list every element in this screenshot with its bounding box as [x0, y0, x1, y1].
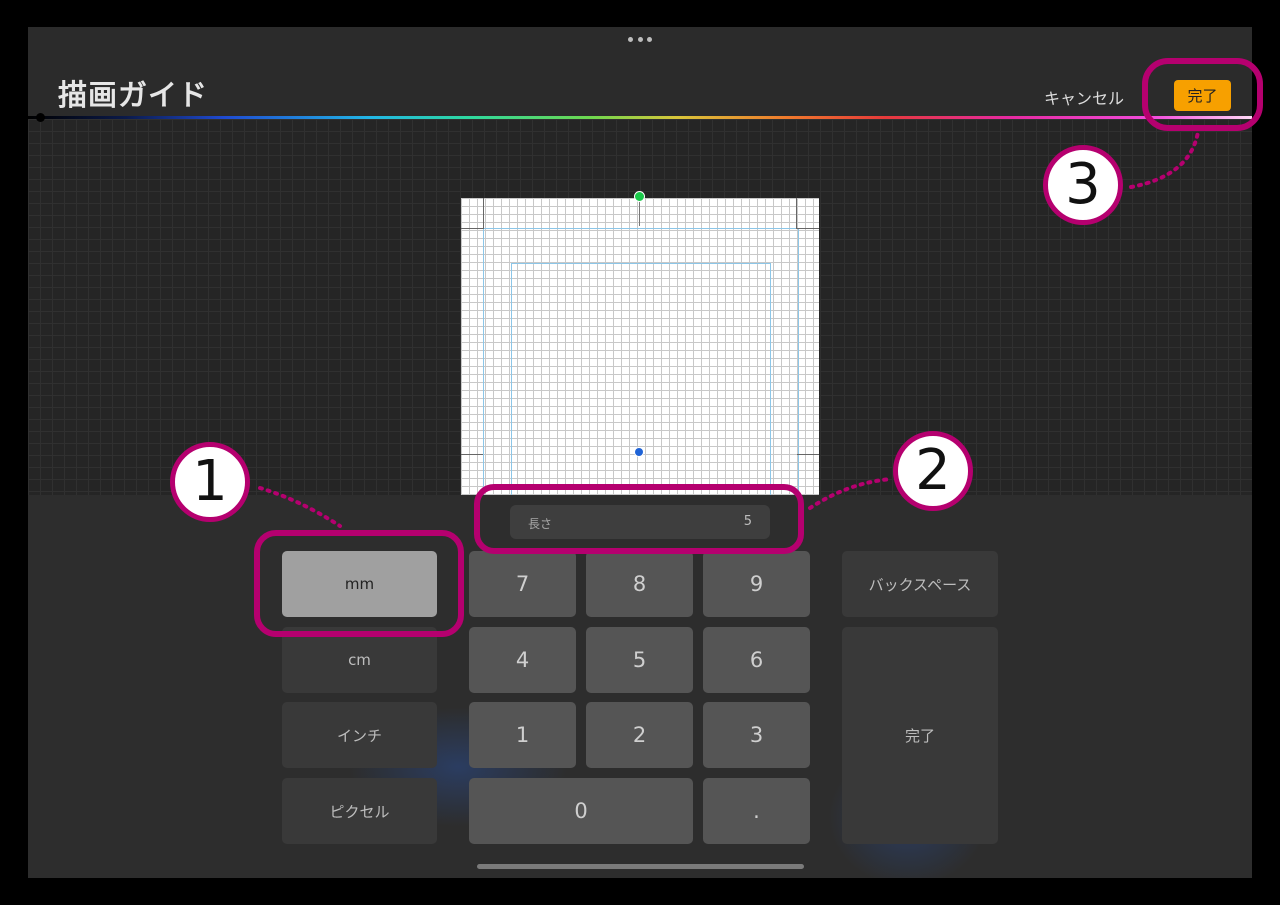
crop-corner — [461, 198, 484, 229]
blue-handle-icon[interactable] — [634, 447, 644, 457]
callout-ring-done — [1142, 58, 1263, 131]
guide-frame-inner — [511, 263, 771, 504]
unit-inch-button[interactable]: インチ — [282, 702, 437, 768]
keypad-done-button[interactable]: 完了 — [842, 627, 998, 844]
key-2[interactable]: 2 — [586, 702, 693, 768]
key-8[interactable]: 8 — [586, 551, 693, 617]
key-decimal[interactable]: . — [703, 778, 810, 844]
color-spectrum-bar — [28, 116, 1252, 119]
home-indicator[interactable] — [477, 864, 804, 869]
callout-ring-unit — [254, 530, 464, 637]
crop-corner — [796, 198, 819, 229]
rotation-stem — [639, 198, 640, 226]
callout-number-1: 1 — [170, 442, 250, 522]
callout-number-3: 3 — [1043, 145, 1123, 225]
more-dots-icon[interactable] — [628, 35, 652, 43]
backspace-button[interactable]: バックスペース — [842, 551, 998, 617]
crop-corner — [461, 454, 483, 455]
spectrum-handle[interactable] — [36, 113, 45, 122]
crop-corner — [797, 454, 819, 455]
green-handle-icon[interactable] — [634, 191, 645, 202]
callout-number-2: 2 — [893, 431, 973, 511]
key-3[interactable]: 3 — [703, 702, 810, 768]
cancel-button[interactable]: キャンセル — [1044, 85, 1124, 109]
page-title: 描画ガイド — [58, 78, 209, 112]
key-9[interactable]: 9 — [703, 551, 810, 617]
key-7[interactable]: 7 — [469, 551, 576, 617]
key-1[interactable]: 1 — [469, 702, 576, 768]
key-0[interactable]: 0 — [469, 778, 693, 844]
key-5[interactable]: 5 — [586, 627, 693, 693]
key-4[interactable]: 4 — [469, 627, 576, 693]
unit-pixel-button[interactable]: ピクセル — [282, 778, 437, 844]
callout-ring-length — [474, 484, 804, 554]
key-6[interactable]: 6 — [703, 627, 810, 693]
